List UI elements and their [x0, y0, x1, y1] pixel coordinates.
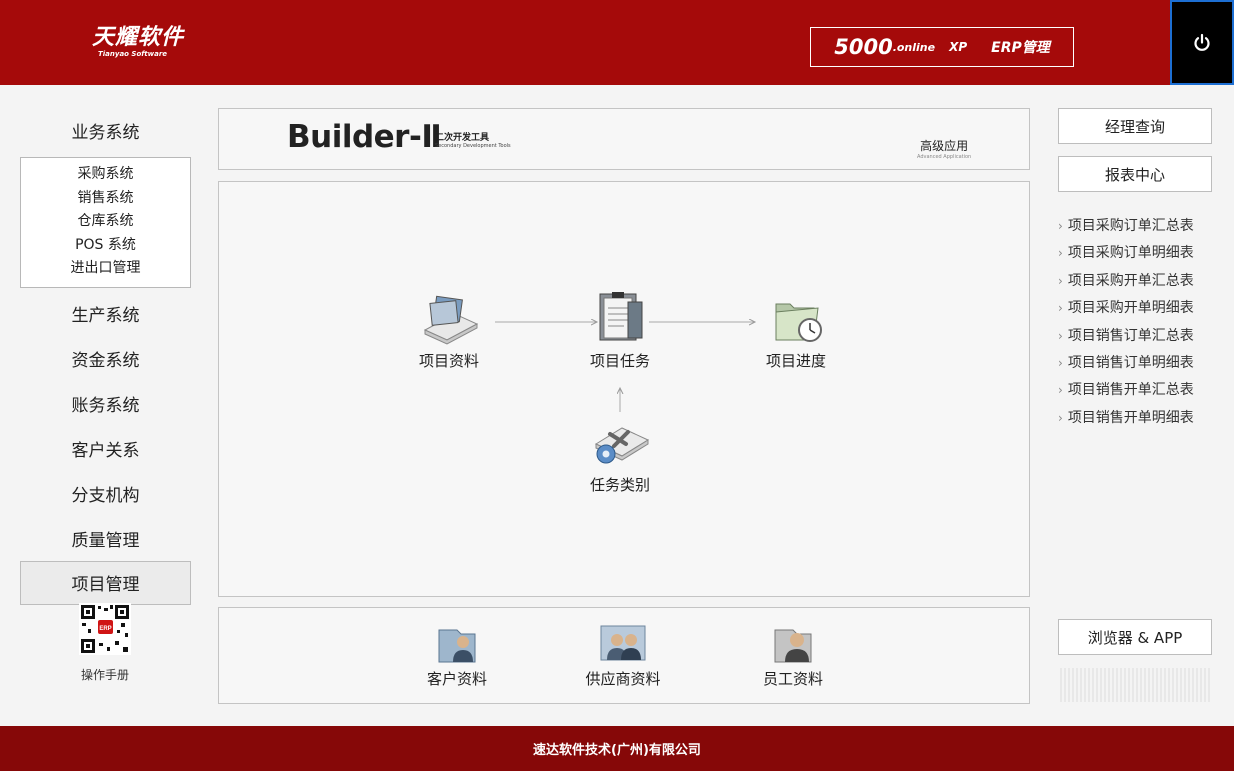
- submenu-pos[interactable]: POS 系统: [21, 234, 190, 258]
- project-task-node[interactable]: 项目任务: [572, 288, 668, 371]
- report-item[interactable]: › 项目销售开单汇总表: [1058, 377, 1194, 404]
- builder-title: Builder-Ⅱ: [287, 119, 442, 155]
- chevron-right-icon: ›: [1058, 383, 1063, 398]
- product-number: 5000: [834, 35, 893, 59]
- report-item[interactable]: › 项目采购订单明细表: [1058, 240, 1194, 267]
- business-submenu: 采购系统 销售系统 仓库系统 POS 系统 进出口管理: [20, 157, 191, 288]
- report-item-label: 项目销售订单明细表: [1067, 355, 1194, 372]
- master-data-panel: 客户资料 供应商资料 员工资料: [218, 607, 1030, 704]
- report-item-label: 项目采购开单汇总表: [1067, 272, 1194, 289]
- qr-code-icon[interactable]: ERP: [79, 603, 131, 655]
- nav-business-system[interactable]: 业务系统: [20, 108, 191, 153]
- flow-arrows: [495, 182, 1031, 412]
- chevron-right-icon: ›: [1058, 301, 1063, 316]
- advanced-application-cn: 高级应用: [920, 139, 969, 153]
- app-header: 天耀软件 Tianyao Software 5000 .online XP ER…: [0, 0, 1234, 85]
- nav-customer-relations[interactable]: 客户关系: [20, 426, 191, 471]
- logo-chinese: 天耀软件: [92, 25, 185, 50]
- power-icon: [1194, 33, 1210, 51]
- submenu-warehouse[interactable]: 仓库系统: [21, 210, 190, 234]
- report-item[interactable]: › 项目采购订单汇总表: [1058, 213, 1194, 240]
- product-online: .online: [892, 40, 936, 54]
- report-item-label: 项目销售订单汇总表: [1067, 327, 1194, 344]
- report-item[interactable]: › 项目销售订单明细表: [1058, 350, 1194, 377]
- report-item-label: 项目销售开单明细表: [1067, 409, 1194, 426]
- logo-english: Tianyao Software: [98, 50, 168, 58]
- advanced-application-en: Advanced Application: [917, 154, 972, 160]
- project-data-label: 项目资料: [418, 352, 479, 370]
- nav-accounting-system[interactable]: 账务系统: [20, 381, 191, 426]
- nav-project-management[interactable]: 项目管理: [20, 560, 191, 605]
- product-erp: ERP管理: [991, 40, 1050, 56]
- employee-data-icon: [774, 629, 812, 663]
- project-progress-label: 项目进度: [765, 352, 826, 370]
- customer-data-icon: [438, 629, 476, 663]
- company-logo: 天耀软件 Tianyao Software: [92, 26, 184, 59]
- chevron-right-icon: ›: [1058, 219, 1063, 233]
- submenu-sales[interactable]: 销售系统: [21, 187, 190, 211]
- left-navigation: 业务系统 采购系统 销售系统 仓库系统 POS 系统 进出口管理 生产系统 资金…: [20, 108, 191, 605]
- product-xp: XP: [949, 40, 968, 54]
- chevron-right-icon: ›: [1058, 246, 1063, 261]
- nav-production-system[interactable]: 生产系统: [20, 291, 191, 336]
- report-item[interactable]: › 项目采购开单汇总表: [1058, 268, 1194, 295]
- report-item[interactable]: › 项目采购开单明细表: [1058, 295, 1194, 322]
- task-type-node[interactable]: 任务类别: [572, 414, 668, 495]
- chevron-right-icon: ›: [1058, 328, 1063, 343]
- project-task-label: 项目任务: [589, 352, 650, 370]
- employee-data-node[interactable]: 员工资料: [745, 622, 841, 689]
- report-item[interactable]: › 项目销售订单汇总表: [1058, 323, 1194, 350]
- browser-app-button[interactable]: 浏览器 & APP: [1058, 619, 1212, 655]
- project-data-icon: [423, 295, 479, 345]
- nav-branch-offices[interactable]: 分支机构: [20, 471, 191, 516]
- report-item-label: 项目采购开单明细表: [1067, 300, 1194, 317]
- chevron-right-icon: ›: [1058, 410, 1063, 425]
- svg-text:ERP: ERP: [99, 626, 111, 632]
- submenu-purchase[interactable]: 采购系统: [21, 163, 190, 187]
- app-footer: 速达软件技术(广州)有限公司: [0, 726, 1234, 771]
- project-progress-node[interactable]: 项目进度: [748, 290, 844, 371]
- supplier-data-node[interactable]: 供应商资料: [575, 622, 671, 689]
- decorative-pattern: [1060, 668, 1210, 702]
- project-data-node[interactable]: 项目资料: [401, 290, 497, 371]
- builder-subtitle: 二次开发工具 Secondary Development Tools: [435, 130, 511, 149]
- nav-finance-system[interactable]: 资金系统: [20, 336, 191, 381]
- company-name: 速达软件技术(广州)有限公司: [533, 743, 701, 758]
- task-type-icon: [594, 427, 650, 464]
- employee-data-label: 员工资料: [762, 670, 823, 688]
- chevron-right-icon: ›: [1058, 273, 1063, 288]
- operation-manual-link[interactable]: 操作手册: [60, 666, 150, 683]
- customer-data-label: 客户资料: [426, 670, 487, 688]
- project-progress-icon: [775, 303, 822, 342]
- builder-banner[interactable]: Builder-Ⅱ 二次开发工具 Secondary Development T…: [218, 108, 1030, 170]
- advanced-application-link[interactable]: 高级应用 Advanced Application: [917, 137, 971, 160]
- submenu-import-export[interactable]: 进出口管理: [21, 257, 190, 281]
- supplier-data-label: 供应商资料: [585, 670, 661, 688]
- report-item[interactable]: › 项目销售开单明细表: [1058, 405, 1194, 432]
- customer-data-node[interactable]: 客户资料: [409, 622, 505, 689]
- project-flow-panel: 项目资料 项目任务 项目进度 任务类别: [218, 181, 1030, 597]
- manager-query-button[interactable]: 经理查询: [1058, 108, 1212, 144]
- builder-subtitle-cn: 二次开发工具: [435, 133, 490, 143]
- power-button[interactable]: [1170, 0, 1234, 85]
- report-list: › 项目采购订单汇总表 › 项目采购订单明细表 › 项目采购开单汇总表 › 项目采购开单…: [1058, 213, 1194, 432]
- product-badge: 5000 .online XP ERP管理: [810, 27, 1074, 67]
- nav-quality-management[interactable]: 质量管理: [20, 516, 191, 561]
- supplier-data-icon: [600, 625, 646, 661]
- project-task-icon: [599, 292, 643, 341]
- report-center-button[interactable]: 报表中心: [1058, 156, 1212, 192]
- report-item-label: 项目采购订单汇总表: [1067, 218, 1194, 234]
- chevron-right-icon: ›: [1058, 356, 1063, 371]
- builder-subtitle-en: Secondary Development Tools: [435, 143, 511, 149]
- report-item-label: 项目采购订单明细表: [1067, 245, 1194, 262]
- report-item-label: 项目销售开单汇总表: [1067, 382, 1194, 399]
- task-type-label: 任务类别: [589, 476, 650, 494]
